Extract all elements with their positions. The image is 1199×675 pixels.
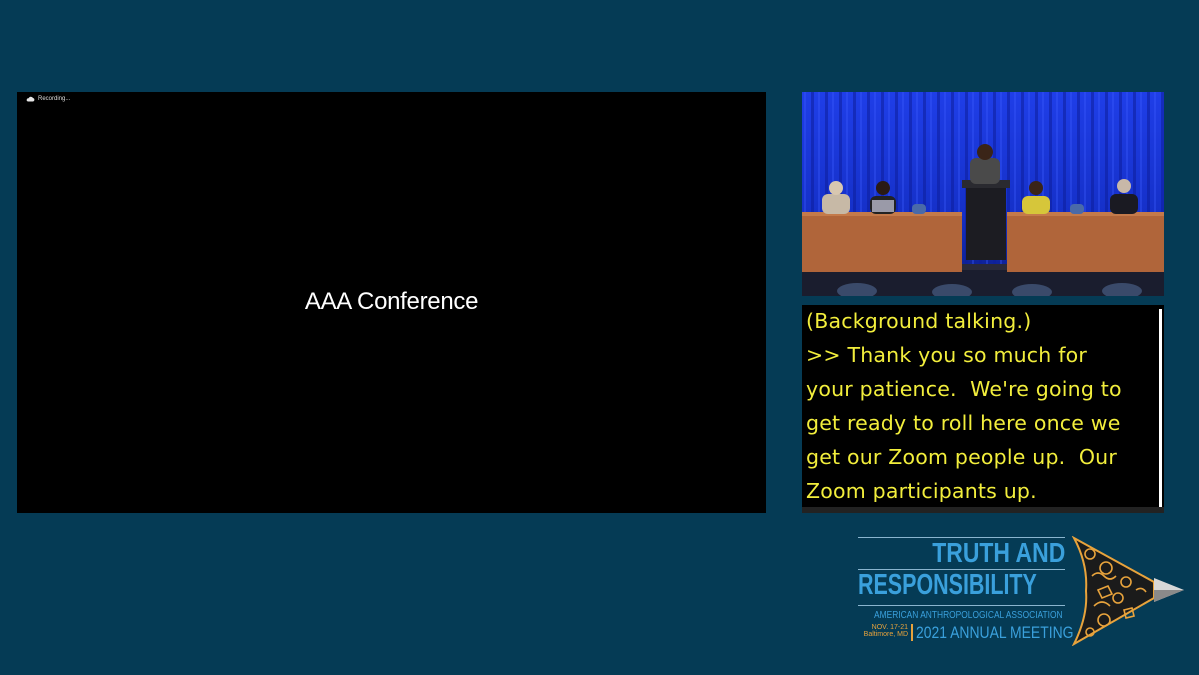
live-captions-panel[interactable]: (Background talking.) >> Thank you so mu… (802, 305, 1164, 513)
captions-scrollbar[interactable] (1159, 309, 1162, 507)
stage-video-frame (802, 92, 1164, 296)
logo-association: AMERICAN ANTHROPOLOGICAL ASSOCIATION (874, 610, 1063, 621)
logo-lower-rule (858, 605, 1065, 606)
logo-title-line1: TRUTH AND (931, 537, 1065, 568)
logo-date: NOV. 17-21 (871, 624, 908, 631)
captions-text: (Background talking.) >> Thank you so mu… (806, 309, 1122, 502)
logo-title-line2: RESPONSIBILITY (858, 569, 1037, 601)
main-panel-title: AAA Conference (304, 288, 479, 315)
logo-meeting: 2021 ANNUAL MEETING (916, 623, 1074, 642)
logo-separator (911, 624, 913, 641)
stream-page: Recording... AAA Conference (Background … (0, 0, 1199, 675)
recording-indicator[interactable]: Recording... (26, 96, 70, 102)
recording-label: Recording... (38, 96, 71, 102)
cloud-record-icon (26, 96, 35, 102)
captions-footer (802, 507, 1164, 513)
aaa-meeting-logo: TRUTH AND RESPONSIBILITY AMERICAN ANTHRO… (858, 536, 1188, 646)
camera-feed (802, 92, 1164, 296)
zoom-main-panel[interactable]: Recording... AAA Conference (17, 92, 766, 513)
arrowhead-art-icon (1071, 536, 1184, 646)
logo-date-block: NOV. 17-21 Baltimore, MD (858, 624, 908, 638)
logo-location: Baltimore, MD (863, 631, 908, 638)
